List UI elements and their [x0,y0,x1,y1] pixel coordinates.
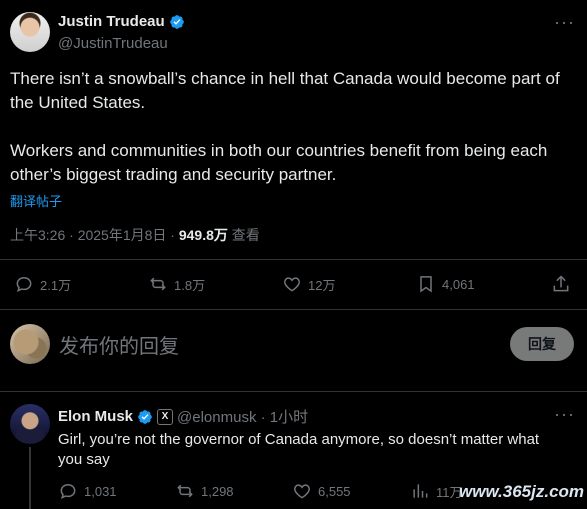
thread-line [29,447,31,509]
tweet-paragraph-2: Workers and communities in both our coun… [10,141,548,184]
reply-like-count: 6,555 [318,483,351,499]
heart-icon [294,484,310,499]
views-label: 查看 [227,227,260,243]
divider [0,391,587,392]
reply-repost-count: 1,298 [201,483,234,499]
verified-badge-icon [169,14,184,29]
analytics-icon [413,484,428,498]
divider [0,309,587,310]
author-name-row[interactable]: Justin Trudeau [58,13,185,30]
tweet-paragraph-1: There isn’t a snowball’s chance in hell … [10,69,560,112]
share-icon [553,275,569,292]
translate-post-link[interactable]: 翻译帖子 [10,191,62,210]
repost-count: 1.8万 [174,277,206,293]
reply-reply-action[interactable]: 1,031 [58,481,117,501]
reply-icon [60,483,76,500]
reply-repost-action[interactable]: 1,298 [175,481,234,501]
author-name[interactable]: Justin Trudeau [58,13,165,30]
watermark-text: www.365jz.com [459,482,585,501]
bookmark-count: 4,061 [442,276,475,292]
reply-text: Girl, you’re not the governor of Canada … [58,431,540,468]
reply-handle-time[interactable]: @elonmusk · 1小时 [177,406,308,427]
reply-like-action[interactable]: 6,555 [292,481,351,501]
tweet-timestamp[interactable]: 上午3:26 · 2025年1月8日 · [10,227,179,243]
reply-count: 2.1万 [40,277,72,293]
author-handle[interactable]: @JustinTrudeau [58,35,168,52]
like-count: 12万 [308,277,336,293]
repost-icon [150,277,166,291]
reply-icon [16,276,32,293]
more-options-icon[interactable]: ··· [554,12,575,33]
reply-author-avatar[interactable] [10,404,50,444]
verified-badge-icon [138,409,152,424]
reply-author-name[interactable]: Elon Musk [58,408,133,425]
bookmark-action[interactable]: 4,061 [416,274,475,294]
x-affiliation-badge[interactable]: X [157,408,174,425]
reply-reply-count: 1,031 [84,483,117,499]
divider [0,259,587,260]
share-action[interactable] [551,274,571,294]
current-user-avatar[interactable] [10,324,50,364]
reply-more-options-icon[interactable]: ··· [554,404,575,425]
tweet-body: There isn’t a snowball’s chance in hell … [10,67,570,211]
bookmark-icon [420,276,432,293]
reply-views-action[interactable]: 11万 [410,481,463,501]
views-count: 949.8万 [178,227,228,243]
heart-icon [284,277,300,292]
reply-input[interactable]: 发布你的回复 [59,330,179,359]
author-avatar[interactable] [10,12,50,52]
repost-icon [177,484,193,498]
like-action[interactable]: 12万 [282,274,335,294]
reply-button[interactable]: 回复 [510,327,574,361]
tweet-meta: 上午3:26 · 2025年1月8日 · 949.8万 查看 [10,225,260,245]
reply-author-row: Elon Musk X @elonmusk · 1小时 [58,406,308,427]
reply-action[interactable]: 2.1万 [14,274,71,294]
repost-action[interactable]: 1.8万 [148,274,205,294]
